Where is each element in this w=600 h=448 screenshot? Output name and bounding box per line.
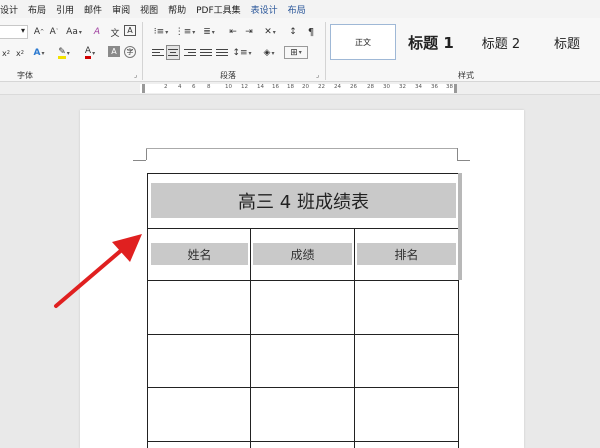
ruler-tick: 34 — [415, 84, 422, 90]
char-border-icon[interactable]: A — [124, 25, 136, 36]
header-cell-name[interactable]: 姓名 — [151, 243, 248, 265]
ruler-tick: 32 — [399, 84, 406, 90]
paragraph-dialog-launcher-icon[interactable]: ⌟ — [316, 71, 319, 79]
grade-table[interactable]: 高三 4 班成绩表 姓名 成绩 排名 — [147, 173, 459, 448]
show-marks-icon[interactable]: ¶ — [304, 25, 318, 39]
phonetic-guide-icon[interactable]: 文 — [108, 25, 122, 39]
style-heading-2[interactable]: 标题 2 — [466, 24, 536, 60]
menu-bar: 设计 布局 引用 邮件 审阅 视图 帮助 PDF工具集 表设计 布局 — [0, 0, 600, 18]
annotation-arrow-icon — [54, 234, 142, 308]
superscript-icon[interactable]: x2 — [14, 46, 26, 60]
header-boundary — [146, 148, 457, 149]
styles-gallery: 正文 标题 1 标题 2 标题 — [330, 22, 600, 64]
font-size-box[interactable]: ▾ — [0, 25, 28, 39]
decrease-indent-icon[interactable]: ⇤ — [226, 25, 240, 39]
ruler-track — [140, 84, 456, 93]
header-cell-rank[interactable]: 排名 — [357, 243, 456, 265]
ruler-tick: 2 — [164, 84, 168, 90]
menu-mailings[interactable]: 邮件 — [79, 3, 107, 16]
ruler-tick: 20 — [302, 84, 309, 90]
ribbon-separator — [325, 22, 326, 80]
chinese-layout-icon[interactable]: ✕ ▾ — [260, 25, 280, 39]
ribbon: ▾ A ^ Aˇ Aa ▾ A 文 A x2 x2 A ▾ ✎ ▾ A ▾ A 字 字体 … — [0, 18, 600, 82]
style-normal[interactable]: 正文 — [330, 24, 396, 60]
table-col-border — [354, 228, 355, 448]
horizontal-ruler[interactable]: 2 4 6 8 10 12 14 16 18 20 22 24 26 28 30… — [0, 82, 600, 95]
shrink-font-icon[interactable]: Aˇ — [47, 25, 61, 39]
clear-format-icon[interactable]: A — [90, 25, 104, 39]
ruler-tick: 30 — [383, 84, 390, 90]
ruler-tick: 10 — [225, 84, 232, 90]
ruler-tick: 4 — [178, 84, 182, 90]
shading-icon[interactable]: ◈ ▾ — [258, 46, 280, 60]
multilevel-list-icon[interactable]: ≣ ▾ — [198, 25, 220, 39]
crop-mark — [457, 148, 458, 160]
menu-table-design[interactable]: 表设计 — [246, 3, 283, 16]
style-heading-1[interactable]: 标题 1 — [396, 24, 466, 60]
change-case-icon[interactable]: Aa ▾ — [64, 25, 84, 39]
menu-references[interactable]: 引用 — [51, 3, 79, 16]
table-row-border — [148, 228, 458, 229]
table-row-border — [148, 280, 458, 281]
align-right-icon[interactable] — [184, 47, 196, 59]
left-indent-marker[interactable] — [142, 84, 145, 93]
align-center-icon[interactable] — [166, 45, 180, 60]
font-color-icon[interactable]: A ▾ — [80, 46, 100, 60]
ruler-tick: 28 — [367, 84, 374, 90]
menu-design[interactable]: 设计 — [0, 3, 23, 16]
paragraph-group-label: 段落 — [220, 71, 236, 80]
ruler-tick: 12 — [241, 84, 248, 90]
borders-icon[interactable]: ⊞ ▾ — [284, 46, 308, 59]
table-row-border — [148, 334, 458, 335]
crop-mark — [133, 160, 146, 161]
line-spacing-icon[interactable]: ↕≡ ▾ — [232, 46, 252, 60]
menu-pdf-tools[interactable]: PDF工具集 — [191, 3, 246, 16]
grow-font-icon[interactable]: A ^ — [32, 25, 46, 39]
table-col-border — [250, 228, 251, 448]
highlight-icon[interactable]: ✎ ▾ — [54, 46, 74, 60]
table-title-cell[interactable]: 高三 4 班成绩表 — [151, 183, 456, 218]
subscript-icon[interactable]: x2 — [0, 46, 12, 60]
menu-review[interactable]: 审阅 — [107, 3, 135, 16]
ruler-tick: 18 — [287, 84, 294, 90]
ruler-tick: 22 — [318, 84, 325, 90]
numbering-icon[interactable]: ⋮≡ ▾ — [174, 25, 196, 39]
table-row-border — [148, 387, 458, 388]
sort-icon[interactable]: ↕ — [286, 25, 300, 39]
ruler-tick: 24 — [334, 84, 341, 90]
style-title[interactable]: 标题 — [536, 24, 598, 60]
distributed-icon[interactable] — [216, 47, 228, 59]
ruler-tick: 8 — [207, 84, 211, 90]
align-left-icon[interactable] — [152, 47, 164, 59]
text-effects-icon[interactable]: A ▾ — [30, 46, 48, 60]
right-indent-marker[interactable] — [454, 84, 457, 93]
ruler-tick: 6 — [192, 84, 196, 90]
enclose-char-icon[interactable]: 字 — [124, 46, 136, 58]
ruler-tick: 38 — [446, 84, 453, 90]
ruler-tick: 26 — [350, 84, 357, 90]
styles-group-label: 样式 — [458, 71, 474, 80]
menu-table-layout[interactable]: 布局 — [283, 3, 311, 16]
crop-mark — [457, 160, 470, 161]
table-row-border — [148, 441, 458, 442]
ruler-tick: 16 — [272, 84, 279, 90]
font-group-label: 字体 — [17, 71, 33, 80]
justify-icon[interactable] — [200, 47, 212, 59]
menu-help[interactable]: 帮助 — [163, 3, 191, 16]
ruler-tick: 14 — [257, 84, 264, 90]
bullets-icon[interactable]: ⁝≡ ▾ — [150, 25, 172, 39]
table-selection-bar — [458, 173, 462, 280]
ruler-tick: 36 — [431, 84, 438, 90]
font-dialog-launcher-icon[interactable]: ⌟ — [134, 71, 137, 79]
char-shading-icon[interactable]: A — [108, 46, 120, 57]
ribbon-separator — [142, 22, 143, 80]
menu-view[interactable]: 视图 — [135, 3, 163, 16]
crop-mark — [146, 148, 147, 160]
menu-layout[interactable]: 布局 — [23, 3, 51, 16]
increase-indent-icon[interactable]: ⇥ — [242, 25, 256, 39]
header-cell-score[interactable]: 成绩 — [253, 243, 352, 265]
